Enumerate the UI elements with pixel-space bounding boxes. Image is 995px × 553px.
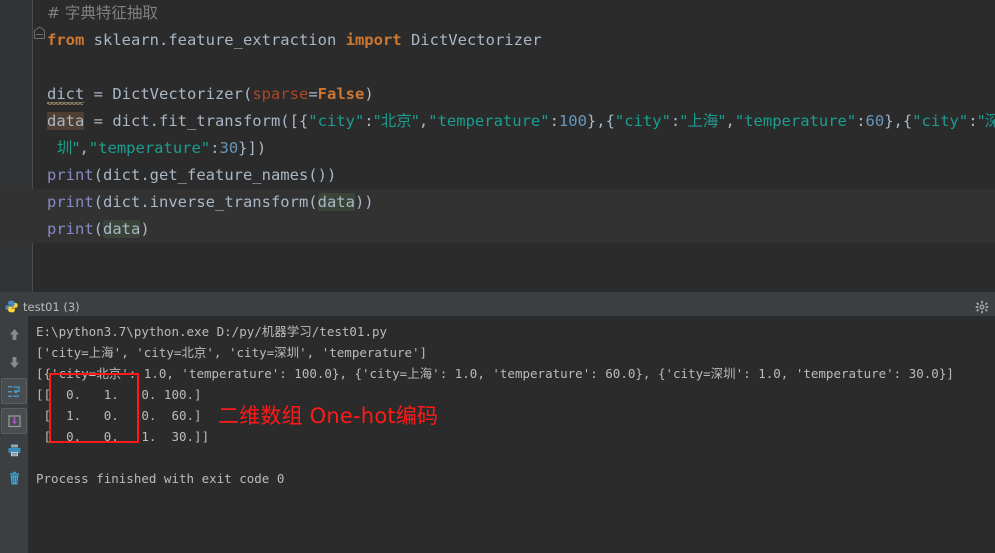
code-token: = dict.fit_transform([{ [84, 112, 309, 130]
scroll-down-button[interactable] [2, 350, 26, 374]
code-token: data [47, 112, 85, 130]
code-line[interactable]: dict = DictVectorizer(sparse=False) [38, 81, 995, 108]
code-token: (dict.get_feature_names()) [93, 166, 337, 184]
code-token: ) [364, 85, 374, 103]
code-token: },{ [884, 112, 913, 130]
python-file-icon [5, 300, 18, 313]
code-line[interactable]: # 字典特征抽取 [38, 0, 995, 27]
soft-wrap-button[interactable] [1, 378, 27, 404]
pycharm-window: # 字典特征抽取 from sklearn.feature_extraction … [0, 0, 995, 553]
code-token: 60 [865, 112, 885, 130]
code-line[interactable]: print(dict.inverse_transform(data)) [0, 189, 995, 216]
code-token: data [103, 220, 141, 238]
code-token: , [79, 139, 89, 157]
code-token: 100 [558, 112, 587, 130]
code-token: }]) [238, 139, 267, 157]
code-token: import [345, 31, 402, 49]
code-token: "上海" [680, 112, 726, 130]
code-token: },{ [586, 112, 615, 130]
code-line[interactable]: from sklearn.feature_extraction import D… [38, 27, 995, 54]
code-token: False [317, 85, 365, 103]
console-tab-test01[interactable]: test01 (3) [0, 297, 86, 316]
code-token: ( [93, 220, 104, 238]
code-token: , [418, 112, 429, 130]
arrow-down-icon [9, 356, 19, 368]
code-line[interactable]: 圳","temperature":30}]) [38, 135, 995, 162]
code-line[interactable]: print(data) [0, 216, 995, 243]
console-output-line: [[ 0. 1. 0. 100.] [36, 387, 202, 402]
code-token: , [725, 112, 735, 130]
clear-all-button[interactable] [2, 466, 26, 490]
code-line[interactable]: data = dict.fit_transform([{"city":"北京",… [38, 108, 995, 135]
gear-icon[interactable] [975, 300, 989, 314]
run-console-pane: test01 (3) E:\python3.7\python.exe D:/py… [0, 297, 995, 553]
editor-gutter[interactable] [0, 0, 32, 292]
console-tab-bar: test01 (3) [0, 297, 995, 316]
code-token: # 字典特征抽取 [47, 4, 158, 22]
code-token: print [47, 166, 94, 184]
soft-wrap-icon [7, 385, 20, 397]
console-output-line: ['city=上海', 'city=北京', 'city=深圳', 'tempe… [36, 345, 428, 360]
code-editor-pane[interactable]: # 字典特征抽取 from sklearn.feature_extraction … [0, 0, 995, 292]
code-token: : [670, 112, 681, 130]
warning-squiggle-icon [47, 102, 83, 105]
code-token: : [364, 112, 374, 130]
code-token: "temperature" [734, 112, 857, 130]
code-token: "temperature" [88, 139, 211, 157]
console-output-line: [ 1. 0. 0. 60.] [36, 408, 202, 423]
code-token: sklearn.feature_extraction [84, 31, 346, 49]
code-token: = [308, 85, 318, 103]
code-token: "city" [912, 112, 969, 130]
trash-icon [9, 471, 19, 484]
scroll-to-end-icon [7, 414, 21, 427]
code-token: : [210, 139, 220, 157]
print-button[interactable] [2, 438, 26, 462]
code-token: ) [140, 220, 150, 238]
gutter-divider [32, 0, 33, 292]
code-token: "北京" [373, 112, 419, 130]
code-token: "city" [614, 112, 671, 130]
code-token: (dict.inverse_transform( [93, 193, 318, 211]
code-text-area[interactable]: # 字典特征抽取 from sklearn.feature_extraction … [0, 0, 995, 292]
code-line[interactable] [38, 54, 995, 81]
code-token: = DictVectorizer( [84, 85, 253, 103]
code-token: print [47, 220, 94, 238]
console-output-line: Process finished with exit code 0 [36, 471, 285, 486]
console-output-line: [ 0. 0. 1. 30.]] [36, 429, 210, 444]
one-hot-annotation-label: 二维数组 One-hot编码 [218, 404, 439, 428]
code-token: sparse [252, 85, 309, 103]
code-token: : [856, 112, 866, 130]
code-token: DictVectorizer [401, 31, 542, 49]
code-line[interactable]: print(dict.get_feature_names()) [38, 162, 995, 189]
code-token: "深 [977, 112, 995, 130]
arrow-up-icon [9, 328, 19, 340]
code-token: 圳" [47, 139, 80, 157]
code-token: "temperature" [428, 112, 550, 130]
code-token: data [317, 193, 355, 211]
code-token: 30 [219, 139, 239, 157]
console-output-area[interactable]: E:\python3.7\python.exe D:/py/机器学习/test0… [28, 316, 995, 553]
code-token: : [968, 112, 978, 130]
console-output-line: E:\python3.7\python.exe D:/py/机器学习/test0… [36, 324, 388, 339]
code-token: )) [354, 193, 374, 211]
scroll-to-end-button[interactable] [1, 408, 27, 434]
code-token: : [549, 112, 559, 130]
printer-icon [8, 444, 20, 456]
code-token: from [47, 31, 85, 49]
console-toolbar [0, 316, 28, 553]
scroll-up-button[interactable] [2, 322, 26, 346]
console-tab-label: test01 (3) [23, 299, 80, 314]
console-output-line: [{'city=北京': 1.0, 'temperature': 100.0},… [36, 366, 954, 381]
code-token: print [47, 193, 94, 211]
code-token: "city" [308, 112, 365, 130]
